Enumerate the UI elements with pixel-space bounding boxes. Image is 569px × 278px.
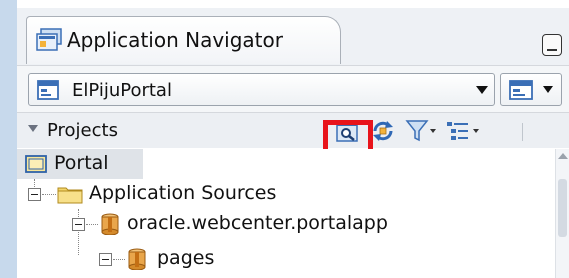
tree-connector bbox=[42, 194, 56, 195]
collapse-icon[interactable] bbox=[28, 125, 38, 132]
application-navigator-panel: Application Navigator ElPijuPortal Proje… bbox=[17, 8, 569, 278]
collapse-toggle[interactable] bbox=[99, 253, 112, 266]
navigator-title: Application Navigator bbox=[67, 28, 283, 52]
application-dropdown[interactable]: ElPijuPortal bbox=[28, 73, 495, 106]
tree-item-oracle-webcenter-portalapp[interactable]: oracle.webcenter.portalapp bbox=[17, 209, 555, 239]
collapse-toggle[interactable] bbox=[72, 218, 85, 231]
selected-application: ElPijuPortal bbox=[72, 80, 172, 101]
toolbar-divider bbox=[522, 123, 523, 141]
chevron-down-icon bbox=[476, 86, 488, 94]
filter-icon[interactable] bbox=[405, 119, 437, 143]
package-icon bbox=[128, 248, 146, 270]
application-selector-row: ElPijuPortal bbox=[17, 66, 569, 112]
tree-connector bbox=[86, 224, 98, 225]
chevron-down-icon bbox=[543, 86, 553, 93]
tree-item-application-sources[interactable]: Application Sources bbox=[17, 179, 417, 209]
package-icon bbox=[101, 213, 119, 235]
application-navigator-tab[interactable]: Application Navigator bbox=[26, 16, 341, 64]
project-tree: Portal Application Sources oracle.webcen… bbox=[17, 149, 555, 278]
tree-item-pages[interactable]: pages bbox=[17, 244, 317, 274]
projects-toolbar: Projects bbox=[17, 112, 569, 148]
tree-item-label: Portal bbox=[54, 152, 109, 174]
tree-scrollbar[interactable] bbox=[555, 149, 569, 278]
application-menu-button[interactable] bbox=[500, 73, 562, 106]
options-icon[interactable] bbox=[445, 119, 483, 143]
tree-item-portal[interactable]: Portal bbox=[17, 149, 143, 179]
tree-item-label: oracle.webcenter.portalapp bbox=[127, 212, 388, 234]
scrollbar-thumb[interactable] bbox=[558, 179, 567, 237]
application-icon bbox=[37, 80, 59, 100]
refresh-icon[interactable] bbox=[370, 119, 396, 143]
application-navigator-icon bbox=[36, 28, 62, 51]
projects-label: Projects bbox=[47, 120, 118, 141]
navigator-header: Application Navigator bbox=[17, 8, 569, 66]
collapse-toggle[interactable] bbox=[28, 188, 41, 201]
tree-connector bbox=[113, 259, 125, 260]
tree-item-label: pages bbox=[157, 247, 215, 269]
window-edge bbox=[0, 0, 17, 278]
folder-icon bbox=[57, 187, 83, 204]
project-icon bbox=[25, 155, 47, 173]
minimize-icon[interactable] bbox=[542, 34, 562, 56]
scroll-up-icon[interactable] bbox=[558, 153, 568, 159]
tree-item-label: Application Sources bbox=[89, 182, 277, 204]
application-menu-icon bbox=[509, 80, 533, 100]
